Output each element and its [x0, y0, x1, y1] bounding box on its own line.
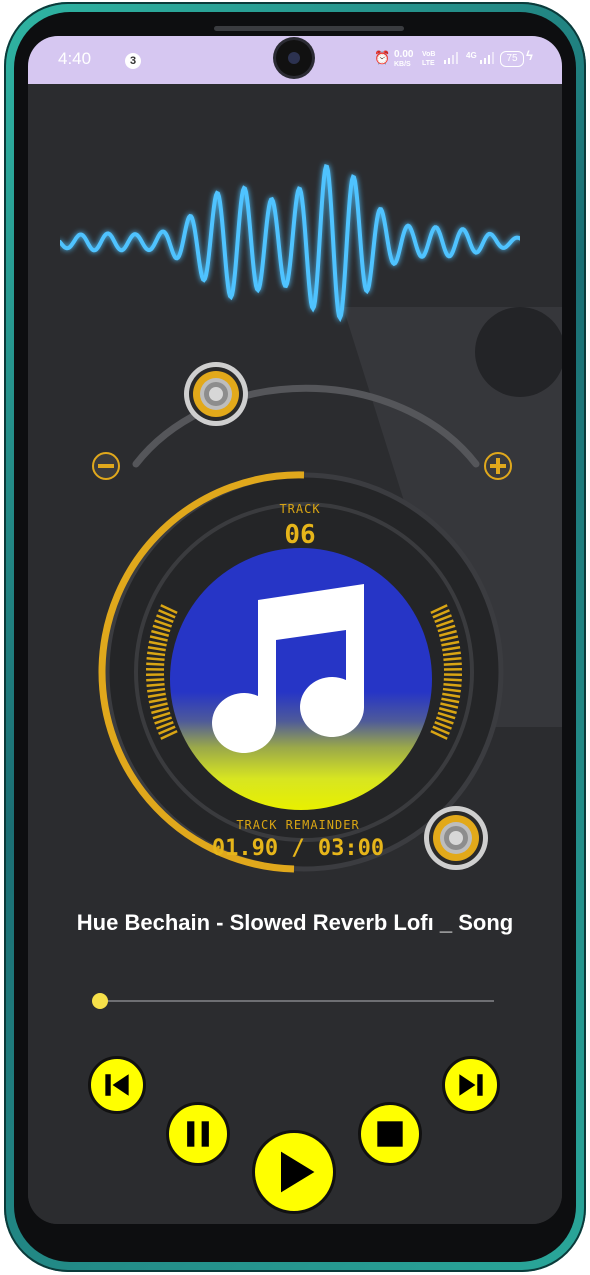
waveform-visualizer	[60, 163, 520, 323]
status-bar: 4:40 3 ⏰ 0.00 KB/S VoB LTE 4G 75 ϟ	[28, 36, 562, 84]
track-remainder-label: TRACK REMAINDER	[236, 818, 360, 832]
charging-icon: ϟ	[526, 48, 533, 63]
seek-bar-thumb[interactable]	[92, 993, 108, 1009]
track-number: 06	[284, 520, 316, 550]
level-tick	[146, 682, 165, 688]
skip-next-icon	[459, 1074, 483, 1096]
battery-indicator: 75	[500, 51, 524, 67]
status-icons: ⏰ 0.00 KB/S VoB LTE 4G 75 ϟ	[374, 48, 534, 70]
music-note-icon	[212, 584, 365, 753]
lte-label: 4G	[466, 51, 477, 60]
signal-icon	[444, 52, 458, 67]
volume-knob[interactable]	[184, 362, 248, 426]
next-button[interactable]	[442, 1056, 500, 1114]
volume-up-icon[interactable]	[484, 452, 512, 480]
status-time: 4:40	[58, 49, 92, 68]
level-tick	[443, 682, 462, 688]
pause-icon	[187, 1121, 209, 1147]
pause-button[interactable]	[166, 1102, 230, 1166]
stop-icon	[377, 1121, 403, 1147]
level-tick	[146, 678, 165, 682]
signal-icon-2	[480, 52, 494, 67]
level-tick	[146, 662, 165, 666]
album-art	[170, 548, 432, 810]
net-speed-value: 0.00	[394, 49, 414, 60]
play-button[interactable]	[252, 1130, 336, 1214]
seek-bar[interactable]	[100, 1000, 494, 1002]
track-remainder-time: 01.90 / 03:00	[211, 836, 385, 861]
song-title: Hue Bechain - Slowed Reverb Lofı _ Song	[76, 910, 514, 935]
volte-lte-label: LTE	[422, 60, 435, 67]
seek-knob[interactable]	[424, 806, 488, 870]
alarm-icon: ⏰	[374, 50, 391, 65]
previous-button[interactable]	[88, 1056, 146, 1114]
level-tick	[443, 662, 462, 666]
play-icon	[281, 1151, 315, 1193]
screen: 4:40 3 ⏰ 0.00 KB/S VoB LTE 4G 75 ϟ TRACK…	[28, 36, 562, 1224]
level-tick	[443, 656, 462, 662]
track-label: TRACK	[279, 502, 321, 516]
level-tick	[443, 678, 462, 682]
stop-button[interactable]	[358, 1102, 422, 1166]
volume-down-icon[interactable]	[92, 452, 120, 480]
front-camera	[276, 40, 312, 76]
notification-count-badge: 3	[125, 53, 141, 69]
level-tick	[146, 656, 165, 662]
net-speed-unit: KB/S	[394, 61, 411, 68]
skip-previous-icon	[105, 1074, 129, 1096]
earpiece	[214, 26, 404, 31]
music-player: TRACK 06 TRACK REMAINDER 01.90 / 03:00 H…	[28, 84, 562, 1224]
